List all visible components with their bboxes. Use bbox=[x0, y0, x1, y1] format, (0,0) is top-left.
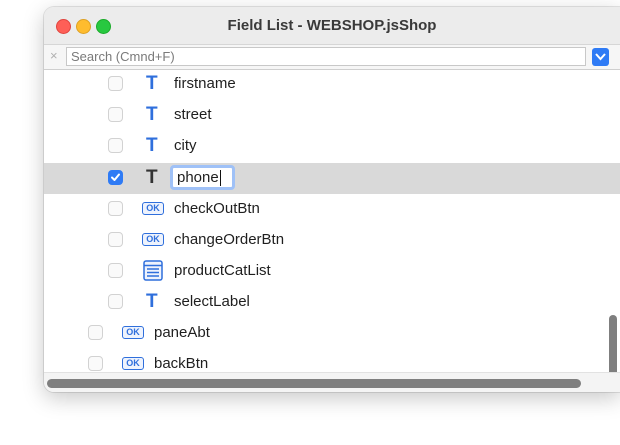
checkmark-icon bbox=[111, 173, 120, 181]
horizontal-scrollbar-thumb[interactable] bbox=[47, 379, 581, 388]
field-list: T firstname T street T city T phone OK c… bbox=[44, 70, 620, 380]
list-item[interactable]: OK checkOutBtn bbox=[44, 194, 620, 225]
horizontal-scrollbar[interactable] bbox=[44, 372, 620, 392]
field-checkbox-checked[interactable] bbox=[108, 170, 123, 185]
list-item[interactable]: T firstname bbox=[44, 70, 620, 100]
button-field-icon: OK bbox=[142, 233, 164, 246]
title-bar[interactable]: Field List - WEBSHOP.jsShop bbox=[44, 7, 620, 45]
list-item[interactable]: T city bbox=[44, 131, 620, 162]
button-field-icon: OK bbox=[122, 326, 144, 339]
search-bar: × bbox=[44, 45, 620, 70]
field-name: paneAbt bbox=[154, 324, 210, 341]
field-name: selectLabel bbox=[174, 293, 250, 310]
field-name: backBtn bbox=[154, 355, 209, 372]
text-field-icon: T bbox=[146, 167, 158, 188]
field-checkbox[interactable] bbox=[108, 138, 123, 153]
list-item[interactable]: T street bbox=[44, 100, 620, 131]
list-item[interactable]: productCatList bbox=[44, 256, 620, 287]
field-name-edit-value[interactable]: phone bbox=[177, 170, 221, 186]
list-field-icon bbox=[143, 260, 163, 281]
search-options-dropdown[interactable] bbox=[592, 48, 609, 66]
text-field-icon: T bbox=[146, 291, 158, 312]
field-checkbox[interactable] bbox=[108, 107, 123, 122]
field-checkbox[interactable] bbox=[108, 294, 123, 309]
field-checkbox[interactable] bbox=[88, 325, 103, 340]
text-field-icon: T bbox=[146, 104, 158, 125]
field-checkbox[interactable] bbox=[108, 201, 123, 216]
field-name: productCatList bbox=[174, 262, 271, 279]
text-field-icon: T bbox=[146, 135, 158, 156]
button-field-icon: OK bbox=[142, 202, 164, 215]
field-checkbox[interactable] bbox=[108, 76, 123, 91]
search-input[interactable] bbox=[66, 47, 586, 66]
field-name: checkOutBtn bbox=[174, 200, 260, 217]
field-checkbox[interactable] bbox=[88, 356, 103, 371]
vertical-scrollbar-thumb[interactable] bbox=[609, 315, 617, 380]
field-list-window: Field List - WEBSHOP.jsShop × T firstnam… bbox=[44, 7, 620, 392]
list-item[interactable]: OK changeOrderBtn bbox=[44, 225, 620, 256]
list-item[interactable]: T selectLabel bbox=[44, 287, 620, 318]
chevron-down-icon bbox=[595, 53, 606, 61]
list-item[interactable]: OK paneAbt bbox=[44, 318, 620, 349]
field-name: street bbox=[174, 106, 212, 123]
field-name: city bbox=[174, 137, 197, 154]
clear-search-icon[interactable]: × bbox=[50, 48, 58, 63]
field-name: firstname bbox=[174, 75, 236, 92]
text-field-icon: T bbox=[146, 73, 158, 94]
field-name: changeOrderBtn bbox=[174, 231, 285, 248]
field-checkbox[interactable] bbox=[108, 232, 123, 247]
button-field-icon: OK bbox=[122, 357, 144, 370]
rename-field-editor[interactable]: phone bbox=[170, 165, 235, 190]
list-item-selected[interactable]: T phone bbox=[44, 163, 620, 194]
field-checkbox[interactable] bbox=[108, 263, 123, 278]
window-title: Field List - WEBSHOP.jsShop bbox=[227, 17, 437, 34]
